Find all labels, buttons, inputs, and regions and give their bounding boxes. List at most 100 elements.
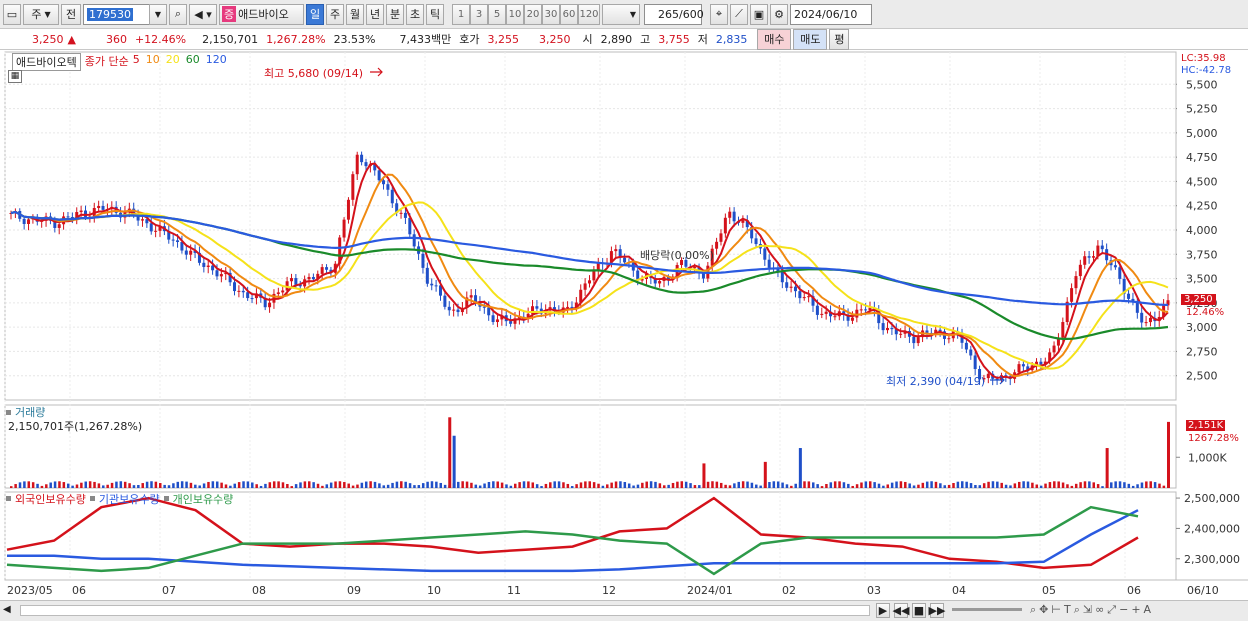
market-select[interactable]: 주 ▼: [23, 3, 59, 25]
candle-body: [535, 306, 539, 309]
sound-icon[interactable]: ◀ ▾: [189, 3, 217, 25]
zoom-out-icon[interactable]: −: [1119, 603, 1128, 617]
period-button-4[interactable]: 분: [386, 3, 404, 25]
candle-body: [79, 210, 83, 213]
volume-bar: [816, 484, 819, 488]
save-icon[interactable]: ▣: [750, 3, 768, 25]
candle-body: [912, 336, 916, 344]
stock-name-field[interactable]: 증 애드바이오: [219, 3, 304, 25]
volume-bar: [614, 481, 618, 488]
open-price: 2,890: [600, 32, 633, 46]
interval-button-20[interactable]: 20: [524, 3, 542, 25]
candle-body: [899, 333, 903, 335]
ruler-icon[interactable]: ⊢: [1051, 603, 1061, 617]
volume-bar: [847, 483, 850, 488]
zoom-in-icon[interactable]: +: [1131, 603, 1140, 617]
volume-bar: [619, 481, 622, 488]
stop-icon[interactable]: ■: [912, 603, 926, 618]
candle-body: [101, 205, 105, 210]
stock-tag: 애드바이오텍: [12, 53, 81, 71]
x-axis-label: 2024/01: [687, 584, 733, 597]
volume-bar: [706, 481, 710, 488]
candle-body: [346, 199, 350, 220]
period-button-6[interactable]: 틱: [426, 3, 444, 25]
line-tool-icon[interactable]: ⟋: [730, 3, 748, 25]
scroll-track[interactable]: [20, 605, 870, 616]
holdings-tick-label: 2,400,000: [1184, 522, 1240, 535]
date-input[interactable]: 2024/06/10: [790, 3, 872, 25]
volume-bar: [553, 481, 556, 488]
magnifier-icon[interactable]: ⌕: [1030, 603, 1036, 617]
stock-chart-svg[interactable]: 5,500 5,250 5,000 4,750 4,500 4,250 4,000 3,750…: [0, 50, 1248, 600]
candle-body: [947, 338, 951, 340]
pan-icon[interactable]: ✥: [1039, 603, 1048, 617]
fit-icon[interactable]: ⇲: [1083, 603, 1092, 617]
candle-body: [412, 234, 416, 247]
interval-button-120[interactable]: 120: [578, 3, 600, 25]
period-button-5[interactable]: 초: [406, 3, 424, 25]
play-icon[interactable]: ▶: [876, 603, 890, 618]
prev-button[interactable]: 전: [61, 3, 81, 25]
period-button-2[interactable]: 월: [346, 3, 364, 25]
stock-name: 애드바이오: [238, 8, 289, 21]
volume-bar: [952, 483, 955, 488]
candle-body: [583, 283, 587, 290]
expand-icon[interactable]: ⤢: [1107, 603, 1116, 617]
zoom-slider[interactable]: [952, 608, 1022, 611]
volume-bar: [842, 482, 846, 488]
candle-body: [964, 342, 968, 350]
interval-button-30[interactable]: 30: [542, 3, 560, 25]
grid-icon[interactable]: ▦: [8, 70, 22, 83]
volume-bar: [864, 481, 868, 488]
count-input[interactable]: 265/600: [644, 3, 704, 25]
chart-toolbar: ▭ 주 ▼ 전 179530 ▼ ⌕ ◀ ▾ 증 애드바이오 일주월년분초틱 135…: [0, 0, 1248, 29]
gear-icon[interactable]: ⚙: [770, 3, 788, 25]
layout-icon[interactable]: ▭: [3, 3, 21, 25]
volume-bar: [31, 482, 35, 488]
volume-bar: [137, 484, 140, 488]
x-axis-label: 11: [507, 584, 521, 597]
custom-interval-select[interactable]: ▼: [602, 3, 640, 25]
interval-button-60[interactable]: 60: [560, 3, 578, 25]
volume-bar: [790, 485, 793, 488]
volume-tick-label: 1,000K: [1188, 451, 1227, 464]
search-icon[interactable]: ⌕: [169, 3, 187, 25]
magnifier-icon[interactable]: ⌕: [1074, 603, 1080, 617]
volume-bar: [430, 481, 434, 488]
interval-button-10[interactable]: 10: [506, 3, 524, 25]
scroll-left-icon[interactable]: ◀: [3, 604, 15, 617]
panel-marker-icon: [163, 496, 169, 501]
ma-legend-120: 120: [205, 53, 227, 66]
period-button-1[interactable]: 주: [326, 3, 344, 25]
interval-button-5[interactable]: 5: [488, 3, 506, 25]
code-dropdown-icon[interactable]: ▼: [149, 3, 167, 25]
candle-body: [1083, 256, 1087, 265]
volume-bar: [172, 483, 175, 488]
volume-bar: [715, 481, 719, 488]
interval-button-3[interactable]: 3: [470, 3, 488, 25]
volume-bar: [180, 481, 184, 488]
price-tick-label: 5,250: [1186, 103, 1218, 116]
forward-icon[interactable]: ▶▶: [929, 603, 945, 618]
stock-code-input[interactable]: 179530: [83, 3, 151, 25]
text-tool-icon[interactable]: T: [1064, 603, 1071, 617]
last-price-tag: 3,250: [1181, 294, 1216, 305]
crosshair-icon[interactable]: ⌖: [710, 3, 728, 25]
font-size-icon[interactable]: A: [1144, 603, 1152, 617]
volume-bar: [115, 481, 118, 488]
volume-bar: [1026, 481, 1030, 488]
candle-body: [97, 205, 101, 209]
period-button-3[interactable]: 년: [366, 3, 384, 25]
eval-button[interactable]: 평: [829, 28, 850, 50]
interval-button-1[interactable]: 1: [452, 3, 470, 25]
candle-body: [176, 240, 180, 243]
rewind-icon[interactable]: ◀◀: [893, 603, 909, 618]
ma-legend-5: 5: [132, 53, 140, 66]
buy-button[interactable]: 매수: [757, 28, 792, 50]
chart-area[interactable]: 5,500 5,250 5,000 4,750 4,500 4,250 4,000 3,750…: [0, 50, 1248, 621]
period-button-0[interactable]: 일: [306, 3, 324, 25]
volume-bar: [1031, 482, 1034, 488]
sell-button[interactable]: 매도: [793, 28, 828, 50]
candle-body: [377, 170, 381, 181]
link-icon[interactable]: ∞: [1095, 603, 1104, 617]
